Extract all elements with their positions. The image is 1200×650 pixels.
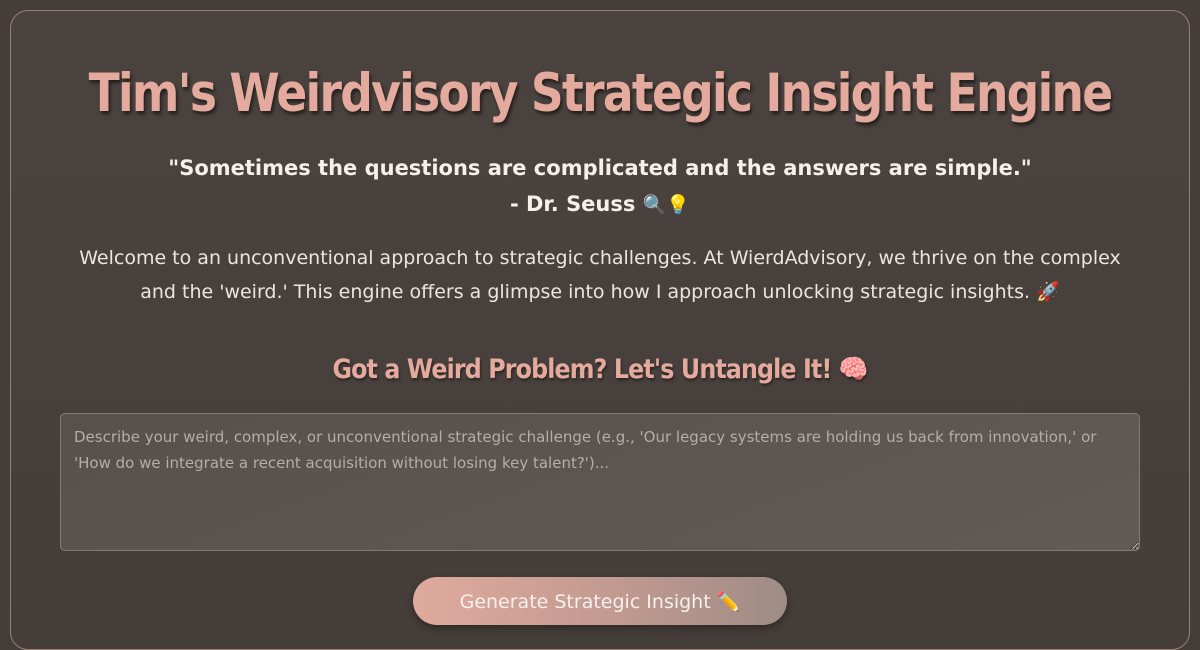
quote-attribution: - Dr. Seuss 🔍💡: [0, 186, 1200, 223]
quote-text: "Sometimes the questions are complicated…: [168, 156, 1032, 180]
page-title: Tim's Weirdvisory Strategic Insight Engi…: [88, 63, 1114, 124]
intro-text: Welcome to an unconventional approach to…: [79, 247, 1121, 303]
generate-button-label: Generate Strategic Insight: [459, 590, 711, 613]
problem-heading-text: Got a Weird Problem? Let's Untangle It!: [332, 354, 832, 385]
intro-paragraph: Welcome to an unconventional approach to…: [70, 241, 1130, 309]
challenge-input[interactable]: [60, 413, 1140, 551]
brain-icon: 🧠: [838, 354, 869, 385]
quote-block: "Sometimes the questions are complicated…: [0, 150, 1200, 223]
problem-heading: Got a Weird Problem? Let's Untangle It! …: [72, 350, 1128, 390]
quote-author: - Dr. Seuss: [509, 192, 636, 216]
generate-insight-button[interactable]: Generate Strategic Insight ✏️: [413, 577, 787, 625]
pencil-icon: ✏️: [716, 590, 741, 613]
magnifier-lightbulb-icon: 🔍💡: [642, 194, 691, 216]
rocket-icon: 🚀: [1036, 281, 1060, 303]
